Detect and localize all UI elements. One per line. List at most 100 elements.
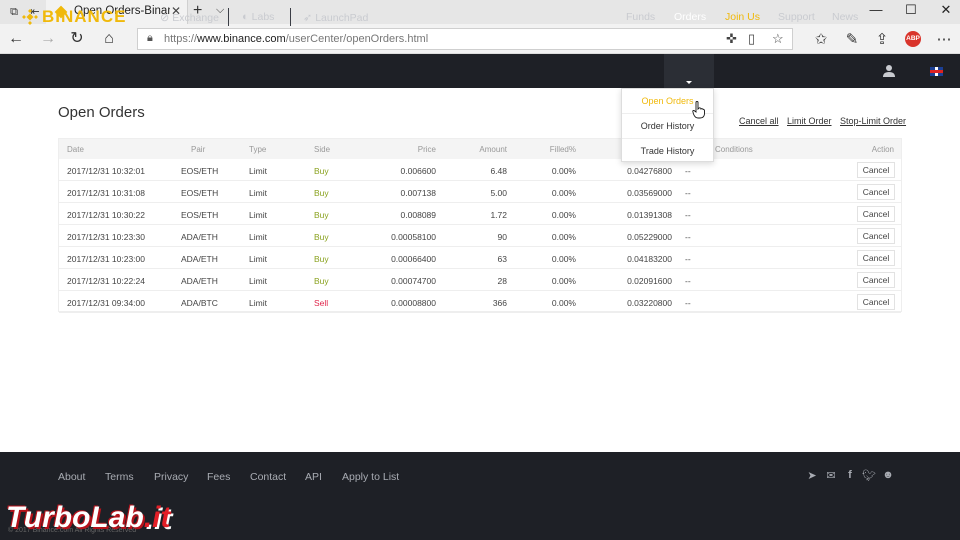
extension-puzzle-icon[interactable]: ✜: [726, 31, 737, 47]
nav-divider: [228, 8, 229, 26]
telegram-icon[interactable]: ➤: [805, 469, 819, 482]
exchange-icon: ⊘: [160, 12, 170, 24]
footer-link-apply-to-list[interactable]: Apply to List: [342, 471, 399, 483]
nav-launchpad[interactable]: ➶ LaunchPad: [303, 11, 368, 24]
nav-labs[interactable]: ◐ Labs: [242, 11, 274, 23]
cell-amount: 28: [497, 276, 507, 286]
cell-pair: EOS/ETH: [181, 188, 219, 198]
minimize-icon[interactable]: —: [866, 2, 886, 17]
cell-side: Buy: [314, 210, 329, 220]
cancel-order-button[interactable]: Cancel: [857, 250, 895, 266]
home-icon[interactable]: ⌂: [99, 29, 119, 49]
browser-tab-strip: ⧉ ⇤ Open Orders-Binance.com ✕ + ⌵ — ☐ ✕: [0, 0, 960, 24]
cell-pair: ADA/BTC: [181, 298, 218, 308]
col-filled: Filled%: [549, 145, 576, 154]
cancel-order-button[interactable]: Cancel: [857, 272, 895, 288]
maximize-icon[interactable]: ☐: [901, 2, 921, 18]
cell-date: 2017/12/31 10:31:08: [67, 188, 145, 198]
col-amount: Amount: [479, 145, 507, 154]
mail-icon[interactable]: ✉: [824, 469, 838, 482]
footer-link-privacy[interactable]: Privacy: [154, 471, 188, 483]
page-title: Open Orders: [58, 104, 145, 121]
cancel-order-button[interactable]: Cancel: [857, 228, 895, 244]
cancel-limit-order-link[interactable]: Limit Order: [787, 116, 832, 126]
footer-link-about[interactable]: About: [58, 471, 85, 483]
cell-amount: 90: [497, 232, 507, 242]
reading-view-icon[interactable]: ▯: [748, 31, 755, 47]
site-header: [0, 54, 960, 88]
cell-side: Buy: [314, 276, 329, 286]
table-row: 2017/12/31 10:32:01 EOS/ETH Limit Buy 0.0066…: [59, 159, 901, 181]
back-arrow-icon[interactable]: ←: [6, 29, 26, 49]
orders-caret-icon: [686, 81, 692, 84]
open-orders-table: Date Pair Type Side Price Amount Filled%…: [58, 138, 902, 313]
address-bar[interactable]: 🔒︎ https://www.binance.com/userCenter/op…: [137, 28, 793, 50]
cell-price: 0.00008800: [391, 298, 436, 308]
share-icon[interactable]: ⇪: [873, 30, 891, 48]
dropdown-trade-history[interactable]: Trade History: [622, 139, 713, 163]
cell-date: 2017/12/31 10:32:01: [67, 166, 145, 176]
cell-type: Limit: [249, 188, 267, 198]
cell-price: 0.007138: [400, 188, 436, 198]
tab-actions-icon[interactable]: ⧉: [6, 4, 22, 20]
uk-flag-language-icon[interactable]: [930, 67, 943, 76]
table-row: 2017/12/31 10:22:24 ADA/ETH Limit Buy 0.0007…: [59, 269, 901, 291]
favorites-hub-icon[interactable]: ✩: [812, 30, 830, 48]
nav-news[interactable]: News: [832, 11, 858, 23]
more-menu-icon[interactable]: ⋯: [935, 30, 953, 48]
table-row: 2017/12/31 10:23:00 ADA/ETH Limit Buy 0.0006…: [59, 247, 901, 269]
lock-icon: 🔒︎: [147, 32, 153, 44]
nav-join-us[interactable]: Join Us: [725, 11, 760, 23]
footer-link-api[interactable]: API: [305, 471, 322, 483]
table-row: 2017/12/31 10:30:22 EOS/ETH Limit Buy 0.0080…: [59, 203, 901, 225]
cell-total: 0.05229000: [627, 232, 672, 242]
reddit-icon[interactable]: ☻: [881, 469, 895, 481]
cancel-order-button[interactable]: Cancel: [857, 162, 895, 178]
nav-funds[interactable]: Funds: [626, 11, 655, 23]
browser-toolbar: ← → ↻ ⌂ 🔒︎ https://www.binance.com/userC…: [0, 24, 960, 54]
refresh-icon[interactable]: ↻: [67, 29, 87, 49]
close-window-icon[interactable]: ✕: [936, 2, 956, 18]
cell-type: Limit: [249, 232, 267, 242]
cancel-all-link[interactable]: Cancel all: [739, 116, 779, 126]
cancel-order-button[interactable]: Cancel: [857, 184, 895, 200]
footer-link-contact[interactable]: Contact: [250, 471, 286, 483]
rocket-icon: ➶: [303, 12, 313, 24]
col-side: Side: [314, 145, 331, 154]
cell-date: 2017/12/31 10:23:30: [67, 232, 145, 242]
cell-total: 0.04276800: [627, 166, 672, 176]
cell-date: 2017/12/31 10:23:00: [67, 254, 145, 264]
forward-arrow-icon[interactable]: →: [38, 29, 58, 49]
cell-type: Limit: [249, 298, 267, 308]
user-account-icon[interactable]: [882, 64, 896, 78]
cell-conditions: --: [685, 298, 691, 308]
cancel-order-button[interactable]: Cancel: [857, 206, 895, 222]
adblock-plus-icon[interactable]: ABP: [905, 31, 921, 47]
table-row: 2017/12/31 10:31:08 EOS/ETH Limit Buy 0.0071…: [59, 181, 901, 203]
cell-price: 0.00058100: [391, 232, 436, 242]
nav-exchange[interactable]: ⊘ Exchange: [160, 11, 219, 24]
footer-link-terms[interactable]: Terms: [105, 471, 134, 483]
cancel-stop-limit-order-link[interactable]: Stop-Limit Order: [840, 116, 906, 126]
url-text: https://www.binance.com/userCenter/openO…: [164, 33, 429, 45]
cell-amount: 1.72: [490, 210, 507, 220]
binance-logo-icon[interactable]: [22, 9, 38, 25]
cell-total: 0.01391308: [627, 210, 672, 220]
nav-orders[interactable]: Orders: [674, 11, 706, 23]
cell-side: Sell: [314, 298, 329, 308]
cell-date: 2017/12/31 09:34:00: [67, 298, 145, 308]
col-conditions: Conditions: [715, 145, 753, 154]
web-note-pen-icon[interactable]: ✎: [843, 30, 861, 48]
footer-link-fees[interactable]: Fees: [207, 471, 230, 483]
cell-side: Buy: [314, 232, 329, 242]
cell-type: Limit: [249, 166, 267, 176]
favorite-star-icon[interactable]: ☆: [772, 31, 784, 47]
cancel-order-button[interactable]: Cancel: [857, 294, 895, 310]
cell-price: 0.008089: [400, 210, 436, 220]
twitter-icon[interactable]: 🐦︎: [862, 469, 876, 482]
binance-logo-text[interactable]: BINANCE: [42, 7, 126, 27]
nav-support[interactable]: Support: [778, 11, 815, 23]
facebook-icon[interactable]: f: [843, 469, 857, 481]
cell-side: Buy: [314, 254, 329, 264]
cell-conditions: --: [685, 232, 691, 242]
